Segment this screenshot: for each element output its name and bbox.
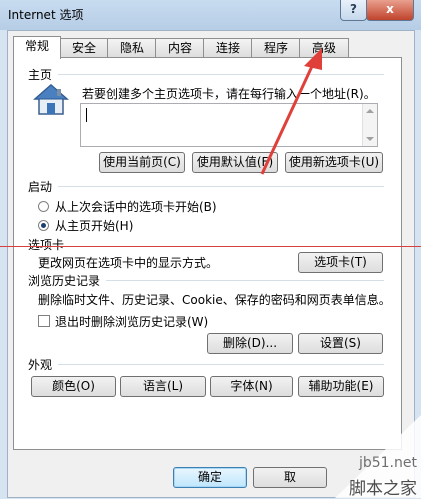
watermark-name: 脚本之家 <box>349 479 417 499</box>
watermark-site: jb51.net <box>358 455 417 471</box>
tab-general[interactable]: 常规 <box>13 36 61 59</box>
